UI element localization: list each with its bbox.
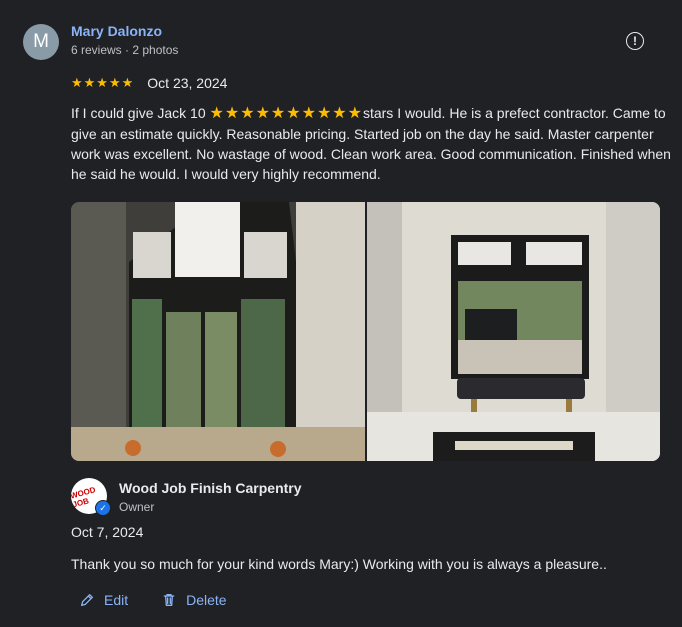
reply-text: Thank you so much for your kind words Ma…	[71, 556, 607, 572]
inline-stars-icon: ★★★★★★★★★★	[209, 105, 363, 122]
reply-date: Oct 7, 2024	[71, 524, 144, 540]
delete-label: Delete	[186, 592, 227, 608]
pencil-icon	[81, 594, 93, 606]
edit-button[interactable]: Edit	[79, 592, 128, 608]
reviewer-avatar[interactable]: M	[23, 24, 59, 60]
review-text: If I could give Jack 10 ★★★★★★★★★★stars …	[71, 103, 671, 184]
star-rating-icon: ★★★★★	[71, 75, 135, 90]
window-doors-photo[interactable]	[71, 202, 365, 461]
owner-role: Owner	[119, 500, 155, 514]
review-date: Oct 23, 2024	[147, 75, 228, 91]
reviewer-name[interactable]: Mary Dalonzo	[71, 23, 162, 39]
verified-icon: ✓	[95, 500, 111, 516]
review-text-before: If I could give Jack 10	[71, 105, 210, 121]
reviewer-meta: 6 reviews · 2 photos	[71, 43, 179, 57]
reply-actions: Edit Delete	[79, 592, 227, 608]
report-icon[interactable]: !	[626, 32, 644, 50]
trash-icon	[163, 594, 175, 606]
delete-button[interactable]: Delete	[161, 592, 227, 608]
window-bench-photo[interactable]	[367, 202, 660, 461]
owner-name: Wood Job Finish Carpentry	[119, 480, 302, 496]
review-photos	[71, 202, 660, 461]
edit-label: Edit	[104, 592, 129, 608]
review-rating: ★★★★★ Oct 23, 2024	[71, 75, 227, 91]
